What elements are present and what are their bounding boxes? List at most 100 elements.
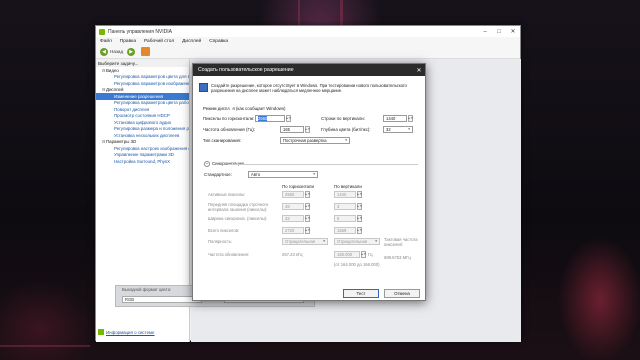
sync-width-h[interactable]: 32 xyxy=(282,215,304,222)
standard-value: Авто xyxy=(251,172,261,177)
background-decoration xyxy=(0,345,90,347)
total-pixels-h[interactable]: 2720 xyxy=(282,227,304,234)
menu-desktop[interactable]: Рабочий стол xyxy=(144,39,174,44)
v-lines-spinner[interactable]: ▲▼ xyxy=(408,115,413,122)
refresh-rate-khz: 257.23 кГц xyxy=(282,252,303,257)
home-button[interactable] xyxy=(141,47,151,56)
maximize-button[interactable]: □ xyxy=(492,26,506,37)
chevron-down-icon: ▾ xyxy=(313,172,315,176)
dialog-title: Создать пользовательское разрешение xyxy=(198,67,294,73)
tree-item-label: Регулировка размера и положения рабочего… xyxy=(114,126,189,132)
output-color-format-select[interactable]: RGB xyxy=(122,296,202,303)
timing-row-label: Передняя площадка строчного интервала га… xyxy=(208,202,269,212)
tree-item-label: Изменение разрешения xyxy=(114,93,163,99)
active-pixels-v[interactable]: 1440 xyxy=(334,191,356,198)
sync-width-v-spinner[interactable]: ▲▼ xyxy=(357,215,362,222)
front-porch-v-spinner[interactable]: ▲▼ xyxy=(357,203,362,210)
window-titlebar: Панель управления NVIDIA – □ ✕ xyxy=(96,26,520,37)
menu-help[interactable]: Справка xyxy=(209,39,228,44)
total-pixels-v-spinner[interactable]: ▲▼ xyxy=(357,227,362,234)
v-lines-label: Строки по вертикали: xyxy=(321,116,365,121)
back-arrow-icon: ◀ xyxy=(100,47,108,56)
system-info-icon xyxy=(98,329,104,335)
forward-button[interactable]: ▶ xyxy=(127,47,137,56)
front-porch-v-value: 3 xyxy=(337,204,340,209)
test-button[interactable]: Тест xyxy=(343,289,379,298)
front-porch-h-spinner[interactable]: ▲▼ xyxy=(305,203,310,210)
total-pixels-h-value: 2720 xyxy=(285,228,295,233)
dialog-close-button[interactable]: ✕ xyxy=(413,64,425,76)
scan-type-value: Построчная развертка xyxy=(283,138,327,143)
chevron-down-icon: ▾ xyxy=(323,239,325,243)
timing-row-label: Ширина синхрониз. (пикселы): xyxy=(208,216,268,221)
active-pixels-v-value: 1440 xyxy=(337,192,347,197)
color-depth-select[interactable]: 32 ▾ xyxy=(383,126,413,133)
menubar: Файл Правка Рабочий стол Дисплей Справка xyxy=(96,37,520,45)
polarity-h-select[interactable]: Отрицательная ▾ xyxy=(282,238,328,245)
total-pixels-v-value: 1559 xyxy=(337,228,347,233)
task-header: Выберите задачу... xyxy=(96,59,189,67)
background-decoration xyxy=(340,0,343,25)
front-porch-h[interactable]: 48 xyxy=(282,203,304,210)
refresh-input[interactable]: 165 xyxy=(280,126,304,133)
menu-display[interactable]: Дисплей xyxy=(182,39,201,44)
polarity-v-select[interactable]: Отрицательная ▾ xyxy=(334,238,380,245)
sync-width-h-value: 32 xyxy=(285,216,290,221)
total-pixels-h-spinner[interactable]: ▲▼ xyxy=(305,227,310,234)
active-pixels-v-spinner[interactable]: ▲▼ xyxy=(357,191,362,198)
cancel-button[interactable]: Отмена xyxy=(384,289,420,298)
dialog-info-text: Создайте разрешение, которое отсутствует… xyxy=(211,83,407,93)
mouse-cursor-icon xyxy=(229,107,233,112)
output-color-format-value: RGB xyxy=(125,297,135,302)
tree-item-label: Видео xyxy=(106,67,119,73)
home-icon xyxy=(141,47,151,56)
close-window-button[interactable]: ✕ xyxy=(506,26,520,37)
monitor-icon xyxy=(199,83,208,92)
back-button[interactable]: ◀ Назад xyxy=(100,47,123,56)
test-button-label: Тест xyxy=(356,291,366,296)
refresh-label: Частота обновления (Гц): xyxy=(203,127,256,132)
h-pixels-spinner[interactable]: ▲▼ xyxy=(286,115,291,122)
total-pixels-v[interactable]: 1559 xyxy=(334,227,356,234)
active-pixels-h[interactable]: 2560 xyxy=(282,191,304,198)
refresh-value: 165 xyxy=(283,127,290,132)
sync-width-h-spinner[interactable]: ▲▼ xyxy=(305,215,310,222)
refresh-rate-spinner[interactable]: ▲▼ xyxy=(361,251,366,258)
sync-width-v[interactable]: 5 xyxy=(334,215,356,222)
minimize-button[interactable]: – xyxy=(478,26,492,37)
collapse-toggle-icon[interactable]: ⌃ xyxy=(204,161,210,167)
h-pixels-value: 2560 xyxy=(258,116,268,121)
standard-label: Стандартное: xyxy=(204,172,232,177)
front-porch-h-value: 48 xyxy=(285,204,290,209)
tree-item-label: Регулировка параметров изображения xyxy=(114,80,189,86)
color-depth-label: Глубина цвета (бит/пкс): xyxy=(321,127,371,132)
scan-type-select[interactable]: Построчная развертка ▾ xyxy=(280,137,350,144)
chevron-down-icon: ▾ xyxy=(375,239,377,243)
polarity-v-value: Отрицательная xyxy=(337,239,368,244)
active-pixels-h-spinner[interactable]: ▲▼ xyxy=(305,191,310,198)
menu-edit[interactable]: Правка xyxy=(120,39,136,44)
sync-group: ⌃ Синхронизация Стандартное: Авто▾ По го… xyxy=(198,161,422,343)
tree-item-label: Просмотр состояния HDCP xyxy=(114,113,170,119)
polarity-label: Полярность: xyxy=(208,239,233,244)
v-lines-value: 1440 xyxy=(386,116,396,121)
tree-item[interactable]: Настройка Surround, PhysX xyxy=(96,158,189,165)
refresh-rate-unit: Гц xyxy=(368,252,373,257)
front-porch-v[interactable]: 3 xyxy=(334,203,356,210)
menu-file[interactable]: Файл xyxy=(100,39,112,44)
output-color-format-label: Выходной формат цвета: xyxy=(122,287,172,292)
horizontal-column-header: По горизонтали xyxy=(282,184,314,189)
scan-label: Тип сканирования: xyxy=(203,138,242,143)
tree-item-label: Установка нескольких дисплеев xyxy=(114,132,180,138)
window-title: Панель управления NVIDIA xyxy=(108,28,172,35)
system-info-link[interactable]: Информация о системе xyxy=(106,330,154,335)
v-lines-input[interactable]: 1440 xyxy=(383,115,407,122)
standard-select[interactable]: Авто ▾ xyxy=(248,171,318,178)
refresh-spinner[interactable]: ▲▼ xyxy=(305,126,310,133)
timing-row-label: Активные пикселы: xyxy=(208,192,246,197)
refresh-rate-label: Частота обновления: xyxy=(208,252,250,257)
pixel-clock-value: 699.6753 МГц xyxy=(384,255,411,260)
tree-item-label: Регулировка настроек изображения с просм… xyxy=(114,145,189,151)
h-pixels-input[interactable]: 2560 xyxy=(255,115,285,122)
refresh-rate-input[interactable]: 165.000 xyxy=(334,251,360,258)
